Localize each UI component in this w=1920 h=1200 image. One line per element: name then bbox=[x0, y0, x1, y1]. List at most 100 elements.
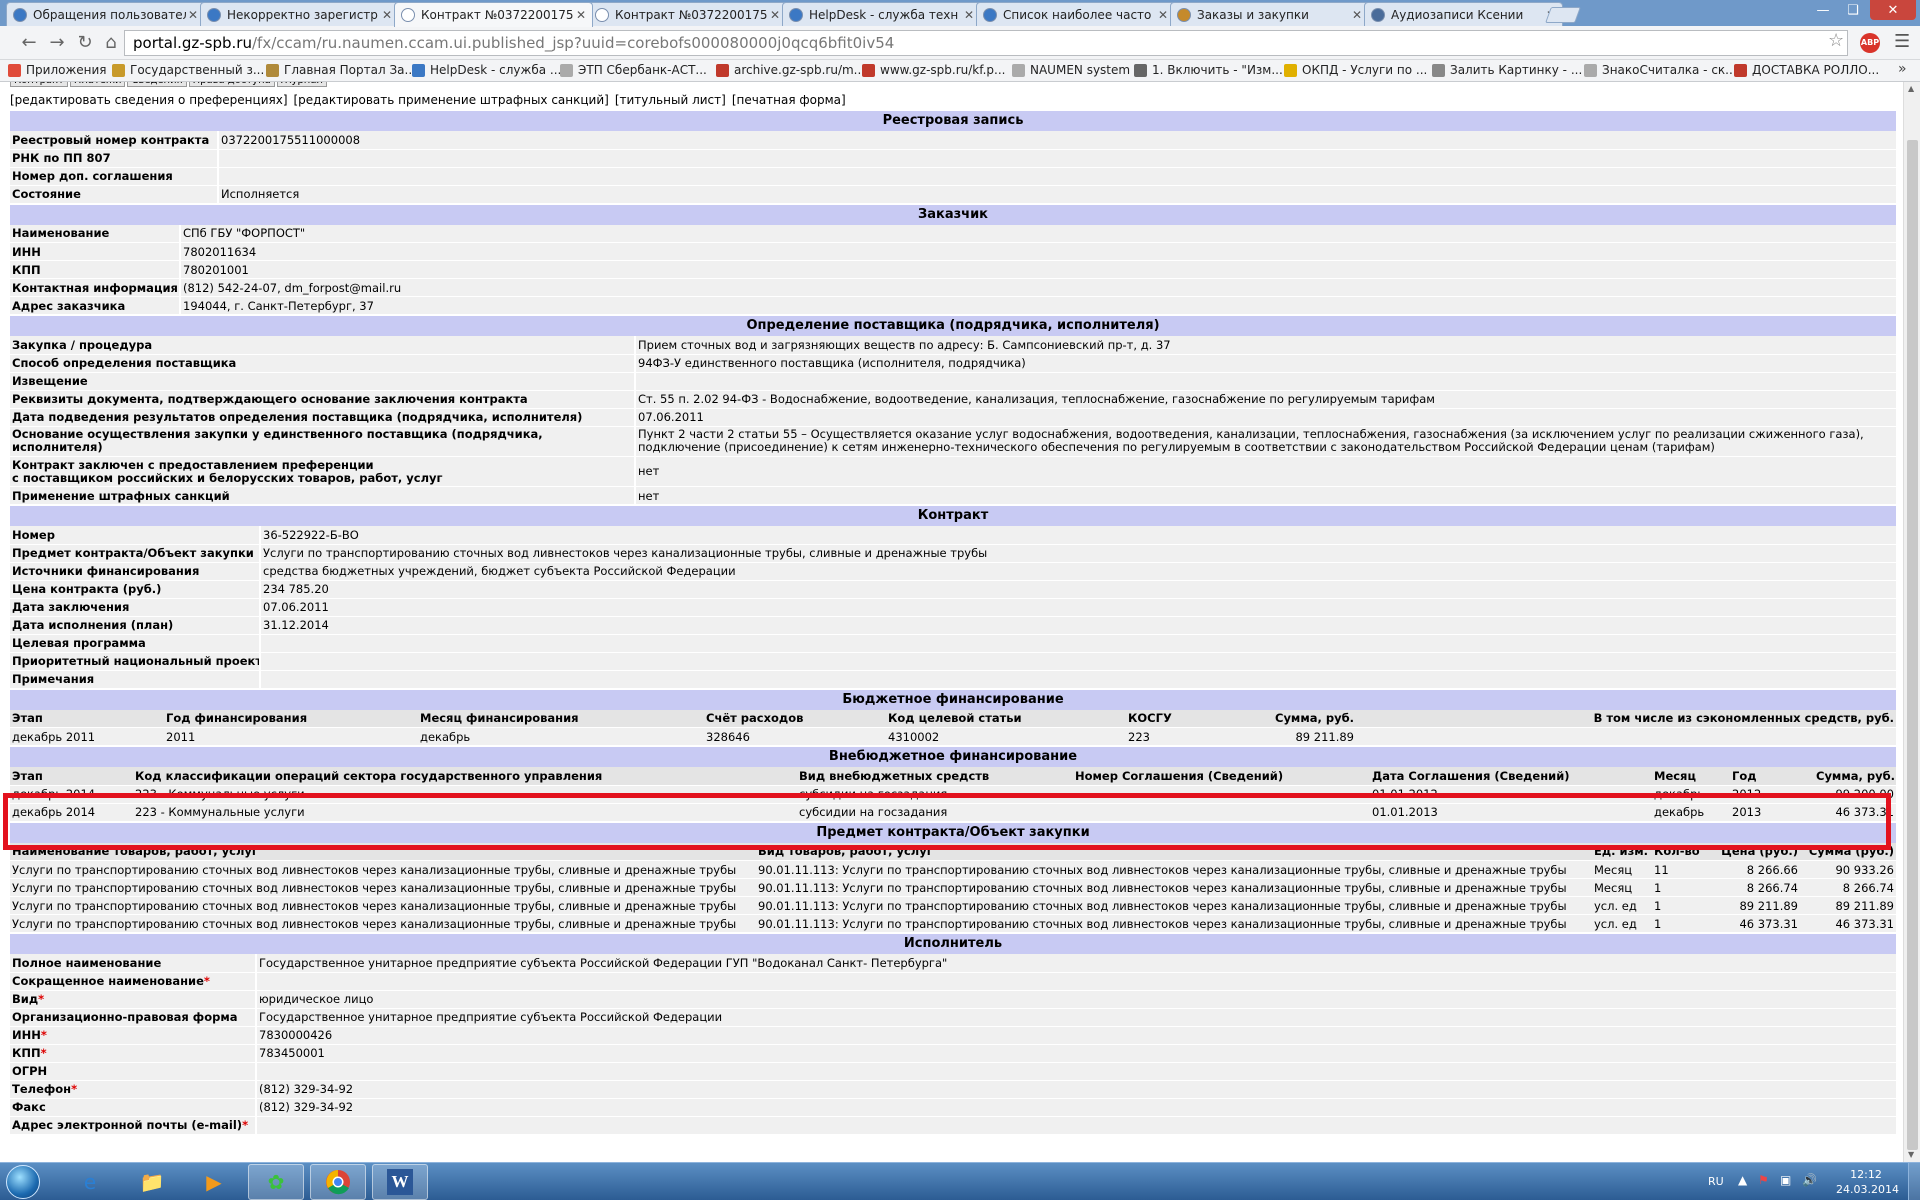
tray-network-icon[interactable]: ▣ bbox=[1780, 1173, 1791, 1187]
table-row: декабрь 2011 2011 декабрь 328646 4310002 223 8… bbox=[10, 727, 1896, 746]
bookmark-item[interactable]: ЗнакоСчиталка - ск... bbox=[1584, 63, 1737, 77]
icq-flower-icon[interactable]: ✿ bbox=[248, 1164, 304, 1200]
media-player-icon[interactable]: ▶ bbox=[186, 1164, 242, 1200]
column-header: Дата Соглашения (Сведений) bbox=[1370, 767, 1652, 786]
field-label: Номер доп. соглашения bbox=[10, 167, 219, 186]
tab-close-icon[interactable]: ✕ bbox=[1156, 8, 1170, 22]
show-desktop-button[interactable] bbox=[1908, 1163, 1920, 1200]
maximize-window-icon[interactable]: ❑ bbox=[1838, 0, 1868, 20]
bookmark-item[interactable]: www.gz-spb.ru/kf.p... bbox=[862, 63, 1005, 77]
field-label-text: Цена контракта (руб.) bbox=[12, 582, 162, 596]
ie-icon[interactable]: e bbox=[62, 1164, 118, 1200]
scrollbar-thumb[interactable] bbox=[1907, 140, 1918, 1150]
table-cell: Услуги по транспортированию сточных вод … bbox=[10, 914, 756, 933]
bookmarks-overflow-icon[interactable]: » bbox=[1898, 61, 1907, 77]
clock[interactable]: 12:12 24.03.2014 bbox=[1836, 1167, 1899, 1197]
tab-title: Обращения пользовател bbox=[33, 7, 186, 22]
registry-table: Реестровый номер контракта 03722001755110… bbox=[10, 131, 1896, 204]
card-subtab[interactable]: Контракт bbox=[10, 82, 68, 87]
bookmark-item[interactable]: ОКПД - Услуги по ... bbox=[1284, 63, 1427, 77]
adblock-icon[interactable]: ABP bbox=[1860, 33, 1880, 53]
tab-close-icon[interactable]: ✕ bbox=[1350, 8, 1364, 22]
table-cell: декабрь bbox=[1652, 785, 1730, 804]
bookmark-label: Залить Картинку - ... bbox=[1450, 63, 1583, 77]
card-action-link[interactable]: [редактировать сведения о преференциях] bbox=[10, 93, 288, 107]
field-value: нет bbox=[635, 456, 1896, 487]
column-header: Код целевой статьи bbox=[886, 709, 1126, 728]
field-value: (812) 542-24-07, dm_forpost@mail.ru bbox=[180, 278, 1896, 297]
new-tab-button[interactable] bbox=[1545, 7, 1581, 23]
tab-title: Список наиболее часто bbox=[1003, 7, 1152, 22]
bookmark-item[interactable]: archive.gz-spb.ru/m... bbox=[716, 63, 865, 77]
field-label-text: Адрес заказчика bbox=[12, 298, 126, 313]
tray-expand-icon[interactable]: ▲ bbox=[1738, 1173, 1747, 1187]
forward-icon[interactable]: → bbox=[46, 32, 68, 54]
bookmark-favicon-icon bbox=[1012, 63, 1025, 77]
field-label-text: КПП bbox=[12, 262, 41, 277]
browser-tab[interactable]: Аудиозаписи Ксении✕ bbox=[1364, 2, 1563, 26]
browser-tab[interactable]: Контракт №037220017551 ✕ bbox=[394, 2, 593, 27]
bookmark-item[interactable]: Приложения bbox=[8, 63, 107, 77]
field-label-text: Полное наименование bbox=[12, 955, 162, 970]
field-value: (812) 329-34-92 bbox=[256, 1098, 1896, 1117]
card-subtab[interactable]: Сведения bbox=[127, 82, 187, 87]
page-scrollbar[interactable]: ▲ ▼ bbox=[1903, 82, 1920, 1162]
supplier-definition-table: Закупка / процедура Прием сточных вод и з… bbox=[10, 336, 1896, 427]
browser-tab[interactable]: Обращения пользовател ✕ bbox=[6, 2, 205, 26]
address-bar[interactable]: portal.gz-spb.ru/fx/ccam/ru.naumen.ccam.… bbox=[124, 30, 1848, 56]
bookmark-label: www.gz-spb.ru/kf.p... bbox=[880, 63, 1006, 77]
kv-row: Дата исполнения (план) 31.12.2014 bbox=[10, 616, 1896, 635]
close-window-icon[interactable]: ✕ bbox=[1870, 0, 1916, 20]
browser-tab[interactable]: Контракт №037220017551 ✕ bbox=[588, 2, 787, 26]
section-header-budget-financing: Бюджетное финансирование bbox=[10, 689, 1896, 710]
column-header: Месяц финансирования bbox=[418, 709, 704, 728]
field-label-text: КПП bbox=[12, 1046, 41, 1060]
browser-tab[interactable]: Заказы и закупки ✕ bbox=[1170, 2, 1369, 26]
browser-tab[interactable]: Список наиболее часто ✕ bbox=[976, 2, 1175, 26]
kv-row: Полное наименование Государственное унита… bbox=[10, 954, 1896, 973]
bookmark-item[interactable]: Государственный з... bbox=[112, 63, 264, 77]
explorer-folder-icon[interactable]: 📁 bbox=[124, 1164, 180, 1200]
section-header-registry: Реестровая запись bbox=[10, 111, 1896, 131]
tab-close-icon[interactable]: ✕ bbox=[186, 8, 200, 22]
card-action-link[interactable]: [печатная форма] bbox=[732, 93, 846, 107]
field-label: Извещение bbox=[10, 372, 636, 391]
bookmark-favicon-icon bbox=[1284, 63, 1297, 77]
tray-flag-icon[interactable]: ⚑ bbox=[1758, 1173, 1769, 1187]
card-action-link[interactable]: [титульный лист] bbox=[615, 93, 726, 107]
bookmark-item[interactable]: NAUMEN system bbox=[1012, 63, 1130, 77]
column-header: Вид товаров, работ, услуг bbox=[756, 842, 1592, 861]
tab-close-icon[interactable]: ✕ bbox=[380, 8, 394, 22]
word-icon[interactable]: W bbox=[372, 1164, 428, 1200]
chrome-menu-icon[interactable]: ☰ bbox=[1894, 31, 1910, 52]
bookmark-star-icon[interactable]: ☆ bbox=[1828, 30, 1844, 51]
tab-close-icon[interactable]: ✕ bbox=[768, 8, 782, 22]
bookmark-item[interactable]: ДОСТАВКА РОЛЛО... bbox=[1734, 63, 1879, 77]
card-action-link[interactable]: [редактировать применение штрафных санкц… bbox=[294, 93, 609, 107]
card-subtab[interactable]: Платежи bbox=[69, 82, 126, 87]
bookmark-item[interactable]: HelpDesk - служба ... bbox=[412, 63, 561, 77]
bookmark-item[interactable]: ЭТП Сбербанк-АСТ... bbox=[560, 63, 707, 77]
field-value bbox=[256, 1062, 1896, 1081]
home-icon[interactable]: ⌂ bbox=[100, 32, 122, 54]
browser-tab[interactable]: Некорректно зарегистр ✕ bbox=[200, 2, 399, 26]
start-button[interactable] bbox=[6, 1165, 40, 1199]
field-label-text: Реквизиты документа, подтверждающего осн… bbox=[12, 392, 528, 406]
bookmark-item[interactable]: Залить Картинку - ... bbox=[1432, 63, 1582, 77]
back-icon[interactable]: ← bbox=[18, 32, 40, 54]
scroll-down-icon[interactable]: ▼ bbox=[1908, 1150, 1914, 1159]
language-indicator[interactable]: RU bbox=[1708, 1175, 1724, 1188]
scroll-up-icon[interactable]: ▲ bbox=[1908, 84, 1914, 93]
reload-icon[interactable]: ↻ bbox=[74, 32, 96, 54]
bookmark-item[interactable]: Главная Портал За... bbox=[266, 63, 416, 77]
card-subtab[interactable]: Журнал bbox=[276, 82, 327, 87]
chrome-icon[interactable] bbox=[310, 1164, 366, 1200]
bookmark-item[interactable]: 1. Включить - "Изм... bbox=[1134, 63, 1283, 77]
minimize-window-icon[interactable]: — bbox=[1808, 0, 1838, 20]
tray-volume-icon[interactable]: 🔊 bbox=[1802, 1173, 1817, 1187]
table-cell: 2012 bbox=[1730, 785, 1814, 804]
tab-close-icon[interactable]: ✕ bbox=[574, 8, 588, 22]
browser-tab[interactable]: HelpDesk - служба техн ✕ bbox=[782, 2, 981, 26]
tab-close-icon[interactable]: ✕ bbox=[962, 8, 976, 22]
card-subtab[interactable]: Права доступа bbox=[188, 82, 275, 87]
